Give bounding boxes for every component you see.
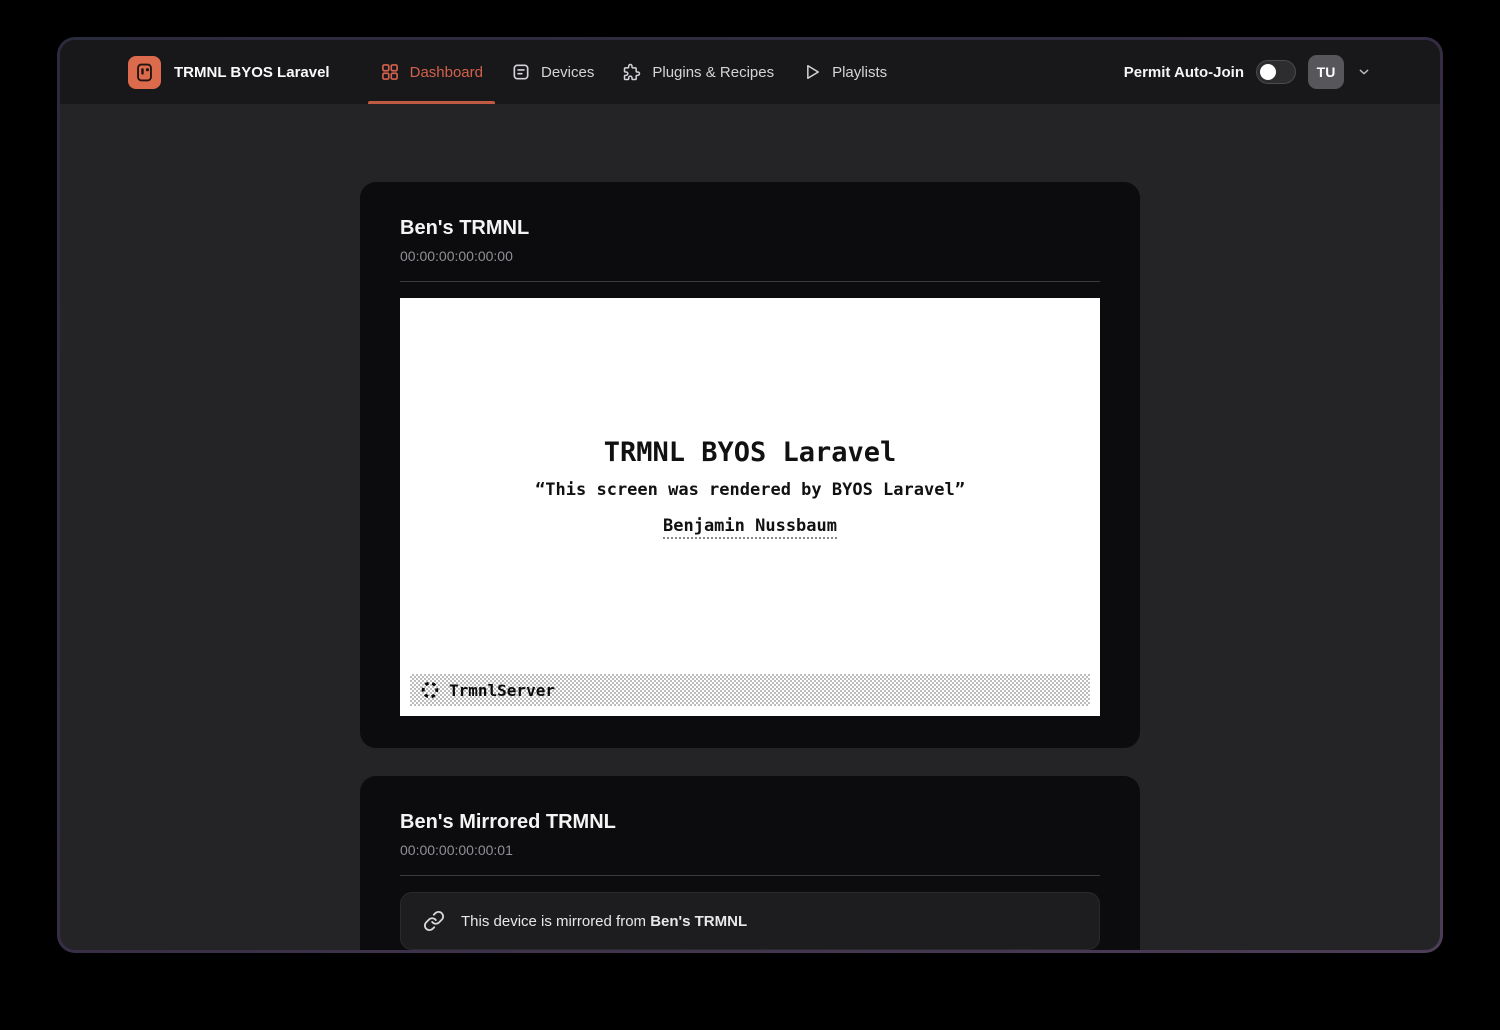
navbar-inner: TRMNL BYOS Laravel Dashboard (128, 40, 1372, 104)
trmnl-device-icon (133, 61, 156, 84)
nav-right-group: Permit Auto-Join TU (1124, 55, 1372, 89)
eink-screen-preview: TRMNL BYOS Laravel “This screen was rend… (400, 298, 1100, 716)
mirror-source-device: Ben's TRMNL (650, 913, 747, 930)
eink-author-link: Benjamin Nussbaum (663, 516, 837, 539)
nav-item-devices[interactable]: Devices (497, 40, 608, 104)
spinner-icon (420, 680, 440, 700)
nav-item-plugins-recipes[interactable]: Plugins & Recipes (608, 40, 788, 104)
list-panel-icon (511, 62, 531, 82)
navbar: TRMNL BYOS Laravel Dashboard (60, 40, 1440, 104)
app-window: TRMNL BYOS Laravel Dashboard (60, 40, 1440, 950)
eink-quote: “This screen was rendered by BYOS Larave… (400, 480, 1100, 500)
app-name: TRMNL BYOS Laravel (174, 64, 330, 81)
divider (400, 281, 1100, 282)
permit-auto-join-toggle[interactable] (1256, 60, 1296, 84)
device-mac-address: 00:00:00:00:00:00 (400, 246, 1100, 266)
app-logo[interactable] (128, 56, 161, 89)
nav-item-label: Devices (541, 64, 594, 81)
device-name: Ben's Mirrored TRMNL (400, 808, 1100, 836)
nav-items: Dashboard Devices (366, 40, 902, 104)
nav-item-label: Plugins & Recipes (652, 64, 774, 81)
mirror-note: This device is mirrored from Ben's TRMNL (400, 892, 1100, 950)
device-card-bens-mirrored-trmnl: Ben's Mirrored TRMNL 00:00:00:00:00:01 T… (360, 776, 1140, 950)
nav-item-playlists[interactable]: Playlists (788, 40, 901, 104)
device-name: Ben's TRMNL (400, 214, 1100, 242)
mirror-note-text: This device is mirrored from Ben's TRMNL (461, 913, 747, 930)
eink-status-label: TrmnlServer (449, 681, 555, 700)
link-icon (423, 910, 445, 932)
dashboard-content: Ben's TRMNL 00:00:00:00:00:00 TRMNL BYOS… (60, 104, 1440, 950)
account-menu-button[interactable] (1356, 64, 1372, 80)
puzzle-icon (622, 62, 642, 82)
toggle-knob (1260, 64, 1276, 80)
eink-status-bar: TrmnlServer (410, 674, 1090, 706)
play-icon (802, 62, 822, 82)
divider (400, 875, 1100, 876)
nav-item-label: Playlists (832, 64, 887, 81)
nav-item-dashboard[interactable]: Dashboard (366, 40, 497, 104)
eink-title: TRMNL BYOS Laravel (400, 298, 1100, 469)
device-mac-address: 00:00:00:00:00:01 (400, 840, 1100, 860)
avatar[interactable]: TU (1308, 55, 1344, 89)
nav-item-label: Dashboard (410, 64, 483, 81)
device-card-bens-trmnl: Ben's TRMNL 00:00:00:00:00:00 TRMNL BYOS… (360, 182, 1140, 748)
app-window-frame: TRMNL BYOS Laravel Dashboard (57, 37, 1443, 953)
chevron-down-icon (1356, 64, 1372, 80)
permit-auto-join-label: Permit Auto-Join (1124, 64, 1244, 81)
grid-icon (380, 62, 400, 82)
